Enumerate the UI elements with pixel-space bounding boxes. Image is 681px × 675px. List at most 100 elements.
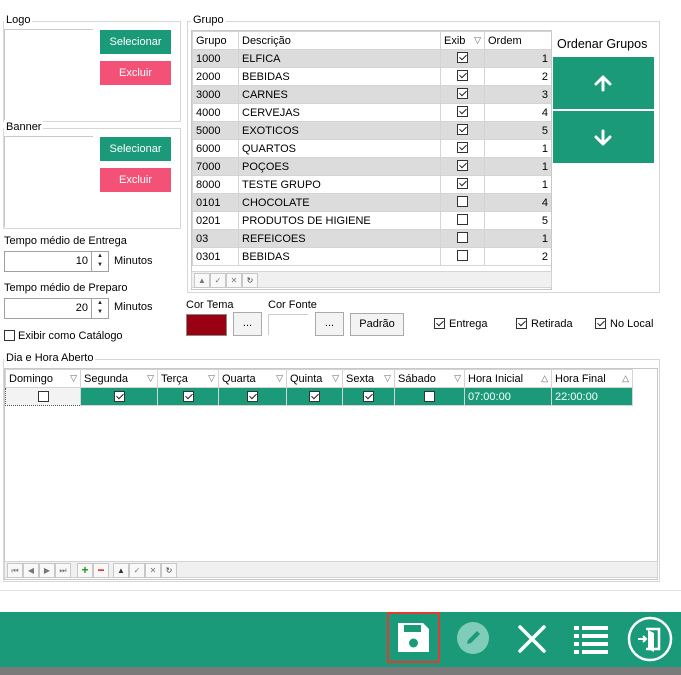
list-button[interactable] [573, 624, 609, 654]
schedule-day-cell[interactable] [342, 387, 395, 406]
schedule-col-header[interactable]: Terça ▽ [157, 369, 219, 388]
day-checkbox[interactable] [247, 391, 258, 403]
schedule-end-time-cell[interactable]: 22:00:00 [551, 387, 633, 406]
table-row[interactable]: 03 REFEICOES 1 [192, 229, 551, 248]
nav-cancel-icon[interactable]: ✕ [226, 273, 242, 288]
spin-down-icon[interactable]: ▼ [92, 308, 108, 317]
filter-icon[interactable]: ▽ [384, 373, 391, 384]
logo-select-button[interactable]: Selecionar [100, 30, 171, 54]
show-checkbox[interactable] [457, 159, 468, 171]
local-checkbox[interactable] [595, 318, 606, 329]
group-grid[interactable]: Grupo Descrição Exib ▽ Ordem 1000 ELFICA 1 2… [191, 30, 552, 290]
catalog-checkbox[interactable] [4, 330, 15, 341]
show-checkbox[interactable] [457, 87, 468, 99]
schedule-day-cell[interactable] [218, 387, 287, 406]
group-show-cell[interactable] [440, 139, 485, 158]
theme-color-swatch[interactable] [186, 314, 227, 336]
day-checkbox[interactable] [182, 391, 194, 403]
nav-post-icon[interactable]: ✓ [210, 273, 226, 288]
save-button[interactable] [387, 612, 440, 663]
group-show-cell[interactable] [440, 229, 485, 248]
filter-icon[interactable]: ▽ [208, 373, 215, 384]
spin-up-icon[interactable]: ▲ [92, 299, 108, 308]
banner-image-area[interactable] [4, 136, 93, 227]
nav-up-icon[interactable]: ▲ [194, 273, 210, 288]
nav-refresh-icon[interactable]: ↻ [242, 273, 258, 288]
filter-icon[interactable]: ▽ [147, 373, 154, 384]
nav-post-icon[interactable]: ✓ [129, 563, 145, 578]
day-checkbox[interactable] [309, 391, 320, 403]
col-group[interactable]: Grupo [192, 31, 239, 50]
day-checkbox[interactable] [424, 391, 435, 403]
cancel-button[interactable] [515, 622, 549, 656]
spin-down-icon[interactable]: ▼ [92, 261, 108, 270]
schedule-day-cell[interactable] [157, 387, 219, 406]
exit-button[interactable] [627, 616, 673, 662]
table-row[interactable]: 5000 EXOTICOS 5 [192, 121, 551, 140]
show-checkbox[interactable] [457, 195, 468, 207]
schedule-col-header[interactable]: Domingo ▽ [5, 369, 81, 388]
table-row[interactable]: 0301 BEBIDAS 2 [192, 247, 551, 266]
schedule-day-cell[interactable] [286, 387, 343, 406]
table-row[interactable]: 4000 CERVEJAS 4 [192, 103, 551, 122]
delivery-time-stepper[interactable]: 10 ▲ ▼ [4, 251, 109, 272]
default-button[interactable]: Padrão [350, 313, 404, 336]
group-show-cell[interactable] [440, 175, 485, 194]
schedule-col-header[interactable]: Segunda ▽ [80, 369, 158, 388]
sort-icon[interactable]: △ [622, 373, 629, 384]
table-row[interactable]: 2000 BEBIDAS 2 [192, 67, 551, 86]
schedule-col-header[interactable]: Quinta ▽ [286, 369, 343, 388]
table-row[interactable]: 8000 TESTE GRUPO 1 [192, 175, 551, 194]
spin-up-icon[interactable]: ▲ [92, 252, 108, 261]
filter-icon[interactable]: ▽ [454, 373, 461, 384]
nav-last-icon[interactable]: ⏭ [55, 563, 71, 578]
schedule-col-header[interactable]: Hora Final △ [551, 369, 633, 388]
table-row[interactable]: 0101 CHOCOLATE 4 [192, 193, 551, 212]
show-checkbox[interactable] [457, 141, 468, 153]
group-show-cell[interactable] [440, 211, 485, 230]
schedule-day-cell[interactable] [80, 387, 158, 406]
group-show-cell[interactable] [440, 49, 485, 68]
table-row[interactable]: 7000 POÇOES 1 [192, 157, 551, 176]
nav-add-icon[interactable]: + [77, 563, 93, 578]
schedule-col-header[interactable]: Sexta ▽ [342, 369, 395, 388]
banner-delete-button[interactable]: Excluir [100, 168, 171, 192]
col-show[interactable]: Exib ▽ [440, 31, 485, 50]
group-show-cell[interactable] [440, 67, 485, 86]
nav-refresh-icon[interactable]: ↻ [161, 563, 177, 578]
sort-icon[interactable]: △ [541, 373, 548, 384]
show-checkbox[interactable] [457, 213, 468, 225]
show-checkbox[interactable] [457, 105, 468, 117]
schedule-grid[interactable]: Domingo ▽ Segunda ▽ Terça ▽ Quarta ▽ Quinta ▽ Sext… [4, 368, 658, 580]
table-row[interactable]: 1000 ELFICA 1 [192, 49, 551, 68]
pickup-checkbox[interactable] [516, 318, 527, 329]
day-checkbox[interactable] [363, 391, 374, 403]
edit-button[interactable] [457, 622, 489, 654]
move-down-button[interactable] [553, 111, 654, 163]
table-row[interactable]: 0201 PRODUTOS DE HIGIENE 5 [192, 211, 551, 230]
nav-up-icon[interactable]: ▲ [113, 563, 129, 578]
filter-icon[interactable]: ▽ [474, 35, 481, 46]
col-order[interactable]: Ordem [484, 31, 551, 50]
group-show-cell[interactable] [440, 157, 485, 176]
nav-first-icon[interactable]: ⏮ [7, 563, 23, 578]
filter-icon[interactable]: ▽ [70, 373, 77, 384]
schedule-day-cell[interactable] [5, 387, 81, 406]
delivery-checkbox[interactable] [434, 318, 445, 329]
show-checkbox[interactable] [457, 69, 468, 81]
table-row[interactable]: 07:00:00 22:00:00 [5, 387, 633, 406]
group-show-cell[interactable] [440, 193, 485, 212]
schedule-day-cell[interactable] [394, 387, 465, 406]
prep-time-stepper[interactable]: 20 ▲ ▼ [4, 298, 109, 319]
day-checkbox[interactable] [37, 391, 49, 403]
logo-image-area[interactable] [4, 29, 93, 120]
show-checkbox[interactable] [457, 231, 468, 243]
nav-next-icon[interactable]: ▶ [39, 563, 55, 578]
group-show-cell[interactable] [440, 121, 485, 140]
group-show-cell[interactable] [440, 85, 485, 104]
show-checkbox[interactable] [457, 249, 468, 261]
schedule-col-header[interactable]: Hora Inicial △ [464, 369, 552, 388]
move-up-button[interactable] [553, 57, 654, 109]
group-show-cell[interactable] [440, 103, 485, 122]
table-row[interactable]: 3000 CARNES 3 [192, 85, 551, 104]
